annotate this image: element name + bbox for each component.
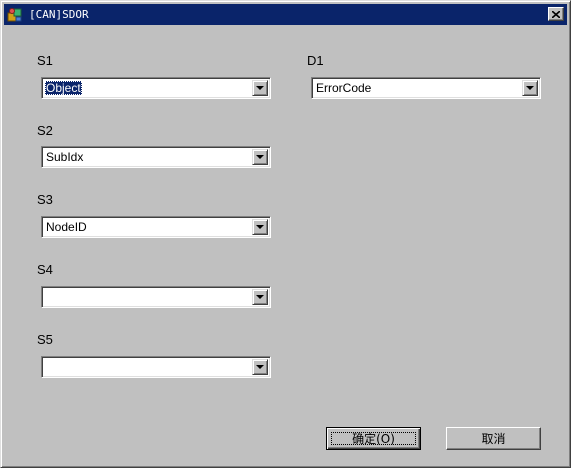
s3-label: S3 bbox=[37, 192, 53, 207]
cancel-button-label: 取消 bbox=[481, 432, 506, 446]
s2-dropdown-arrow-icon[interactable] bbox=[252, 149, 268, 165]
s4-combobox[interactable] bbox=[41, 286, 271, 308]
s2-label: S2 bbox=[37, 123, 53, 138]
sdor-dialog: [CAN]SDOR S1 Object S2 SubIdx S3 NodeID … bbox=[0, 0, 571, 468]
s5-value bbox=[45, 360, 47, 374]
s1-dropdown-arrow-icon[interactable] bbox=[252, 80, 268, 96]
ok-button-label: 确定(O) bbox=[352, 432, 395, 446]
app-icon bbox=[7, 7, 23, 23]
d1-label: D1 bbox=[307, 53, 324, 68]
s3-dropdown-arrow-icon[interactable] bbox=[252, 219, 268, 235]
s1-value: Object bbox=[45, 81, 82, 95]
window-title: [CAN]SDOR bbox=[29, 8, 89, 21]
s4-dropdown-arrow-icon[interactable] bbox=[252, 289, 268, 305]
s2-value: SubIdx bbox=[46, 150, 84, 164]
d1-value: ErrorCode bbox=[316, 81, 372, 95]
ok-button[interactable]: 确定(O) bbox=[326, 427, 421, 450]
d1-dropdown-arrow-icon[interactable] bbox=[522, 80, 538, 96]
cancel-button[interactable]: 取消 bbox=[446, 427, 541, 450]
s2-combobox[interactable]: SubIdx bbox=[41, 146, 271, 168]
s5-dropdown-arrow-icon[interactable] bbox=[252, 359, 268, 375]
d1-combobox[interactable]: ErrorCode bbox=[311, 77, 541, 99]
close-button[interactable] bbox=[548, 7, 564, 21]
s1-combobox[interactable]: Object bbox=[41, 77, 271, 99]
s5-label: S5 bbox=[37, 332, 53, 347]
s4-value bbox=[45, 290, 47, 304]
close-icon bbox=[552, 10, 560, 18]
s1-label: S1 bbox=[37, 53, 53, 68]
s3-value: NodeID bbox=[46, 220, 87, 234]
s4-label: S4 bbox=[37, 262, 53, 277]
s5-combobox[interactable] bbox=[41, 356, 271, 378]
s3-combobox[interactable]: NodeID bbox=[41, 216, 271, 238]
title-bar: [CAN]SDOR bbox=[4, 4, 567, 25]
